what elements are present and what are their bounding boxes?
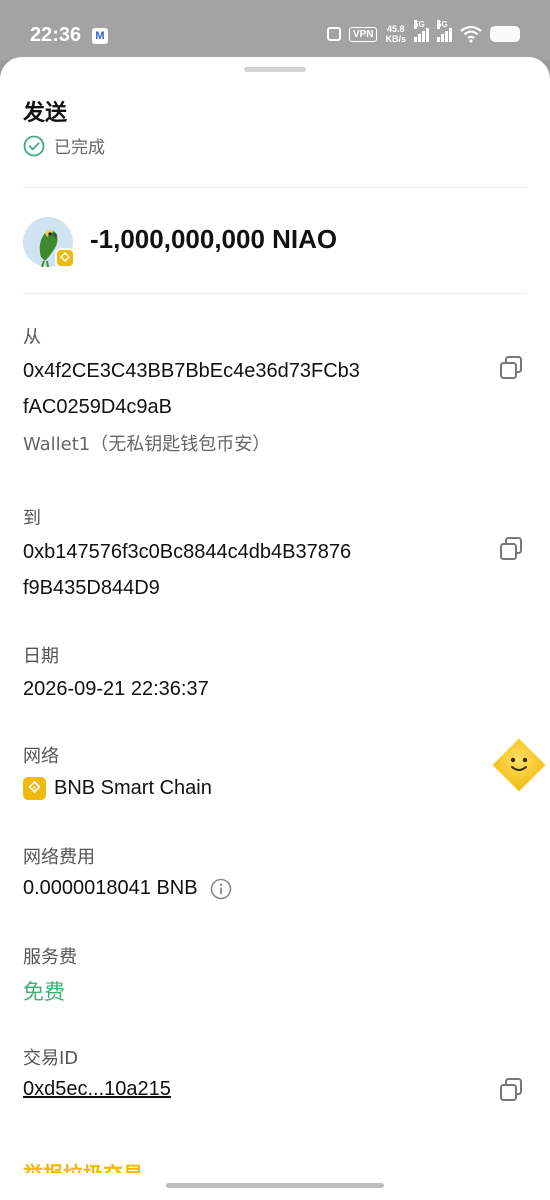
tx-id-label: 交易ID (23, 1048, 79, 1069)
copy-icon[interactable] (498, 1077, 524, 1103)
to-label: 到 (23, 508, 41, 529)
tx-id-link[interactable]: 0xd5ec...10a215 (23, 1078, 171, 1101)
service-fee-value: 免费 (23, 980, 65, 1004)
vpn-badge: VPN (348, 26, 378, 42)
token-amount: -1,000,000,000 NIAO (90, 224, 338, 254)
network-label: 网络 (23, 746, 59, 767)
battery-icon (490, 26, 520, 42)
status-indicators: VPN 45.8 KB/s 5G 5G (326, 20, 520, 44)
page-title: 发送 (23, 101, 68, 126)
copy-icon[interactable] (498, 355, 524, 381)
wifi-icon (460, 25, 482, 43)
token-avatar (23, 217, 75, 268)
to-address-line1: 0xb147576f3c0Bc8844c4db4B37876 (23, 541, 352, 563)
signal-icon-2: 5G (437, 20, 452, 42)
from-wallet-name: Wallet1（无私钥匙钱包币安） (23, 434, 271, 455)
network-speed: 45.8 KB/s (385, 24, 406, 44)
info-icon[interactable] (210, 878, 232, 900)
network-value: BNB Smart Chain (54, 777, 212, 799)
transaction-detail-sheet: 发送 已完成 -1,000,000,000 NIAO 从 0x4f2CE3C43… (0, 57, 550, 1200)
status-text: 已完成 (54, 138, 105, 158)
to-address-line2: f9B435D844D9 (23, 577, 160, 599)
home-indicator[interactable] (166, 1183, 384, 1188)
copy-icon[interactable] (498, 536, 524, 562)
bnb-chain-badge-icon (55, 248, 75, 268)
network-fee-value: 0.0000018041 BNB (23, 877, 198, 899)
transaction-status: 已完成 (23, 133, 105, 158)
service-fee-label: 服务费 (23, 947, 77, 968)
divider (23, 187, 527, 188)
date-value: 2026-09-21 22:36:37 (23, 678, 209, 700)
from-label: 从 (23, 327, 41, 348)
report-spam-link[interactable]: 举报垃圾交易 (23, 1161, 143, 1173)
network-fee-row: 0.0000018041 BNB (23, 877, 232, 900)
from-address-line2: fAC0259D4c9aB (23, 396, 172, 418)
sheet-drag-handle[interactable] (244, 67, 306, 72)
smiley-float-icon[interactable] (490, 736, 548, 794)
signal-icon-1: 5G (414, 20, 429, 42)
signal-label-1: 5G (414, 20, 425, 29)
signal-label-2: 5G (437, 20, 448, 29)
network-row: BNB Smart Chain (23, 777, 212, 800)
network-fee-label: 网络费用 (23, 847, 95, 868)
mail-notification-icon: M (92, 28, 108, 44)
from-address-line1: 0x4f2CE3C43BB7BbEc4e36d73FCb3 (23, 360, 360, 382)
network-speed-unit: KB/s (385, 34, 406, 44)
check-circle-icon (23, 135, 45, 156)
date-label: 日期 (23, 646, 59, 667)
status-time: 22:36 (30, 24, 82, 46)
vibrate-icon (326, 27, 341, 41)
bnb-icon (23, 777, 46, 800)
network-speed-value: 45.8 (386, 24, 405, 34)
divider (23, 293, 527, 294)
status-bar: 22:36 M VPN 45.8 KB/s 5G 5G (0, 0, 550, 60)
